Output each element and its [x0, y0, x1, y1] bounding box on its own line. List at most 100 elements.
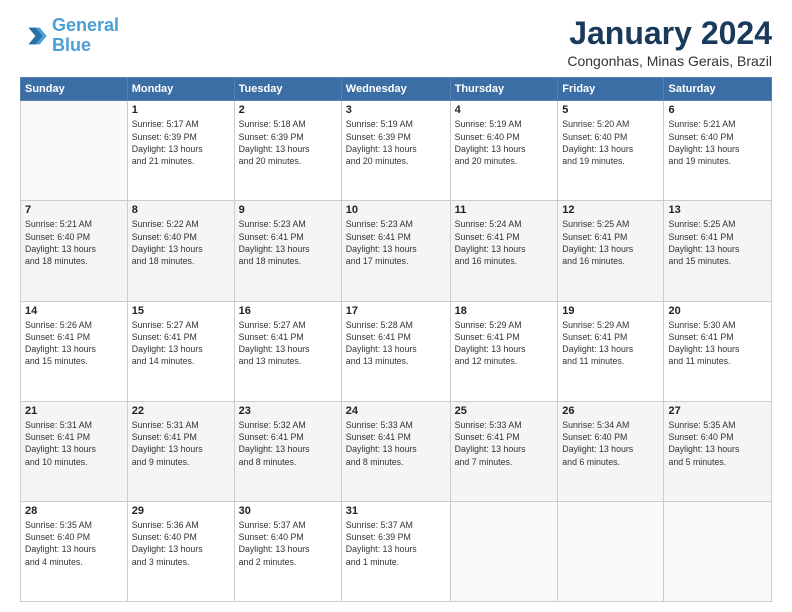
calendar-cell: 13Sunrise: 5:25 AM Sunset: 6:41 PM Dayli…: [664, 201, 772, 301]
day-info: Sunrise: 5:19 AM Sunset: 6:39 PM Dayligh…: [346, 118, 446, 167]
calendar-cell: [558, 501, 664, 601]
calendar-cell: 8Sunrise: 5:22 AM Sunset: 6:40 PM Daylig…: [127, 201, 234, 301]
day-number: 18: [455, 305, 554, 317]
day-number: 19: [562, 305, 659, 317]
day-number: 5: [562, 104, 659, 116]
calendar-cell: 26 Sunrise: 5:34 AM Sunset: 6:40 PM Dayli…: [558, 401, 664, 501]
logo-line1: General: [52, 15, 119, 35]
day-info: Sunrise: 5:20 AM Sunset: 6:40 PM Dayligh…: [562, 118, 659, 167]
day-number: 11: [455, 204, 554, 216]
day-info: Sunrise: 5:32 AM Sunset: 6:41 PM Dayligh…: [239, 419, 337, 468]
day-info: Sunrise: 5:33 AM Sunset: 6:41 PM Dayligh…: [346, 419, 446, 468]
calendar-cell: 7 Sunrise: 5:21 AM Sunset: 6:40 PM Daylig…: [21, 201, 128, 301]
calendar-cell: 2 Sunrise: 5:18 AM Sunset: 6:39 PM Daylig…: [234, 101, 341, 201]
calendar-week-row: 28 Sunrise: 5:35 AM Sunset: 6:40 PM Dayli…: [21, 501, 772, 601]
calendar-cell: 16Sunrise: 5:27 AM Sunset: 6:41 PM Dayli…: [234, 301, 341, 401]
title-block: January 2024 Congonhas, Minas Gerais, Br…: [567, 16, 772, 69]
day-number: 3: [346, 104, 446, 116]
calendar-cell: 28 Sunrise: 5:35 AM Sunset: 6:40 PM Dayli…: [21, 501, 128, 601]
day-info: Sunrise: 5:37 AM Sunset: 6:39 PM Dayligh…: [346, 519, 446, 568]
day-info: Sunrise: 5:34 AM Sunset: 6:40 PM Dayligh…: [562, 419, 659, 468]
calendar-table: SundayMondayTuesdayWednesdayThursdayFrid…: [20, 77, 772, 602]
weekday-header: Friday: [558, 78, 664, 101]
calendar-cell: 10Sunrise: 5:23 AM Sunset: 6:41 PM Dayli…: [341, 201, 450, 301]
calendar-cell: 19 Sunrise: 5:29 AM Sunset: 6:41 PM Dayli…: [558, 301, 664, 401]
weekday-header: Sunday: [21, 78, 128, 101]
calendar-body: 1Sunrise: 5:17 AM Sunset: 6:39 PM Daylig…: [21, 101, 772, 602]
calendar-cell: 24Sunrise: 5:33 AM Sunset: 6:41 PM Dayli…: [341, 401, 450, 501]
day-number: 30: [239, 505, 337, 517]
day-number: 26: [562, 405, 659, 417]
day-info: Sunrise: 5:29 AM Sunset: 6:41 PM Dayligh…: [562, 319, 659, 368]
calendar-cell: 17 Sunrise: 5:28 AM Sunset: 6:41 PM Dayli…: [341, 301, 450, 401]
calendar-cell: 15 Sunrise: 5:27 AM Sunset: 6:41 PM Dayli…: [127, 301, 234, 401]
calendar-cell: 27Sunrise: 5:35 AM Sunset: 6:40 PM Dayli…: [664, 401, 772, 501]
calendar-week-row: 14Sunrise: 5:26 AM Sunset: 6:41 PM Dayli…: [21, 301, 772, 401]
month-title: January 2024: [567, 16, 772, 51]
day-info: Sunrise: 5:27 AM Sunset: 6:41 PM Dayligh…: [132, 319, 230, 368]
day-info: Sunrise: 5:25 AM Sunset: 6:41 PM Dayligh…: [562, 218, 659, 267]
day-info: Sunrise: 5:21 AM Sunset: 6:40 PM Dayligh…: [25, 218, 123, 267]
subtitle: Congonhas, Minas Gerais, Brazil: [567, 53, 772, 69]
day-info: Sunrise: 5:23 AM Sunset: 6:41 PM Dayligh…: [239, 218, 337, 267]
calendar-cell: 23 Sunrise: 5:32 AM Sunset: 6:41 PM Dayli…: [234, 401, 341, 501]
logo-text: General Blue: [52, 16, 119, 56]
day-number: 2: [239, 104, 337, 116]
calendar-cell: 20Sunrise: 5:30 AM Sunset: 6:41 PM Dayli…: [664, 301, 772, 401]
weekday-header: Saturday: [664, 78, 772, 101]
day-info: Sunrise: 5:18 AM Sunset: 6:39 PM Dayligh…: [239, 118, 337, 167]
calendar-cell: 18Sunrise: 5:29 AM Sunset: 6:41 PM Dayli…: [450, 301, 558, 401]
day-number: 4: [455, 104, 554, 116]
day-info: Sunrise: 5:37 AM Sunset: 6:40 PM Dayligh…: [239, 519, 337, 568]
day-number: 31: [346, 505, 446, 517]
day-number: 17: [346, 305, 446, 317]
weekday-row: SundayMondayTuesdayWednesdayThursdayFrid…: [21, 78, 772, 101]
weekday-header: Monday: [127, 78, 234, 101]
weekday-header: Thursday: [450, 78, 558, 101]
calendar-week-row: 7 Sunrise: 5:21 AM Sunset: 6:40 PM Daylig…: [21, 201, 772, 301]
calendar-week-row: 21 Sunrise: 5:31 AM Sunset: 6:41 PM Dayli…: [21, 401, 772, 501]
calendar-cell: 21 Sunrise: 5:31 AM Sunset: 6:41 PM Dayli…: [21, 401, 128, 501]
day-info: Sunrise: 5:31 AM Sunset: 6:41 PM Dayligh…: [25, 419, 123, 468]
day-info: Sunrise: 5:17 AM Sunset: 6:39 PM Dayligh…: [132, 118, 230, 167]
day-number: 23: [239, 405, 337, 417]
day-number: 6: [668, 104, 767, 116]
day-number: 22: [132, 405, 230, 417]
day-info: Sunrise: 5:19 AM Sunset: 6:40 PM Dayligh…: [455, 118, 554, 167]
day-number: 15: [132, 305, 230, 317]
header: General Blue January 2024 Congonhas, Min…: [20, 16, 772, 69]
day-number: 29: [132, 505, 230, 517]
day-info: Sunrise: 5:36 AM Sunset: 6:40 PM Dayligh…: [132, 519, 230, 568]
day-info: Sunrise: 5:30 AM Sunset: 6:41 PM Dayligh…: [668, 319, 767, 368]
day-info: Sunrise: 5:21 AM Sunset: 6:40 PM Dayligh…: [668, 118, 767, 167]
calendar-cell: 25Sunrise: 5:33 AM Sunset: 6:41 PM Dayli…: [450, 401, 558, 501]
calendar-cell: [21, 101, 128, 201]
day-number: 16: [239, 305, 337, 317]
logo: General Blue: [20, 16, 119, 56]
calendar-cell: 1Sunrise: 5:17 AM Sunset: 6:39 PM Daylig…: [127, 101, 234, 201]
day-number: 28: [25, 505, 123, 517]
calendar-cell: 4 Sunrise: 5:19 AM Sunset: 6:40 PM Daylig…: [450, 101, 558, 201]
calendar-cell: 14Sunrise: 5:26 AM Sunset: 6:41 PM Dayli…: [21, 301, 128, 401]
day-info: Sunrise: 5:31 AM Sunset: 6:41 PM Dayligh…: [132, 419, 230, 468]
day-number: 25: [455, 405, 554, 417]
logo-line2: Blue: [52, 35, 91, 55]
calendar-cell: 5 Sunrise: 5:20 AM Sunset: 6:40 PM Daylig…: [558, 101, 664, 201]
calendar-cell: 29 Sunrise: 5:36 AM Sunset: 6:40 PM Dayli…: [127, 501, 234, 601]
day-number: 7: [25, 204, 123, 216]
day-info: Sunrise: 5:35 AM Sunset: 6:40 PM Dayligh…: [25, 519, 123, 568]
day-number: 13: [668, 204, 767, 216]
day-number: 14: [25, 305, 123, 317]
weekday-header: Tuesday: [234, 78, 341, 101]
day-number: 10: [346, 204, 446, 216]
day-number: 8: [132, 204, 230, 216]
day-info: Sunrise: 5:24 AM Sunset: 6:41 PM Dayligh…: [455, 218, 554, 267]
calendar-week-row: 1Sunrise: 5:17 AM Sunset: 6:39 PM Daylig…: [21, 101, 772, 201]
calendar-cell: 22 Sunrise: 5:31 AM Sunset: 6:41 PM Dayli…: [127, 401, 234, 501]
day-info: Sunrise: 5:28 AM Sunset: 6:41 PM Dayligh…: [346, 319, 446, 368]
day-info: Sunrise: 5:35 AM Sunset: 6:40 PM Dayligh…: [668, 419, 767, 468]
logo-icon: [20, 22, 48, 50]
calendar-cell: 6 Sunrise: 5:21 AM Sunset: 6:40 PM Daylig…: [664, 101, 772, 201]
calendar-cell: [450, 501, 558, 601]
day-number: 21: [25, 405, 123, 417]
